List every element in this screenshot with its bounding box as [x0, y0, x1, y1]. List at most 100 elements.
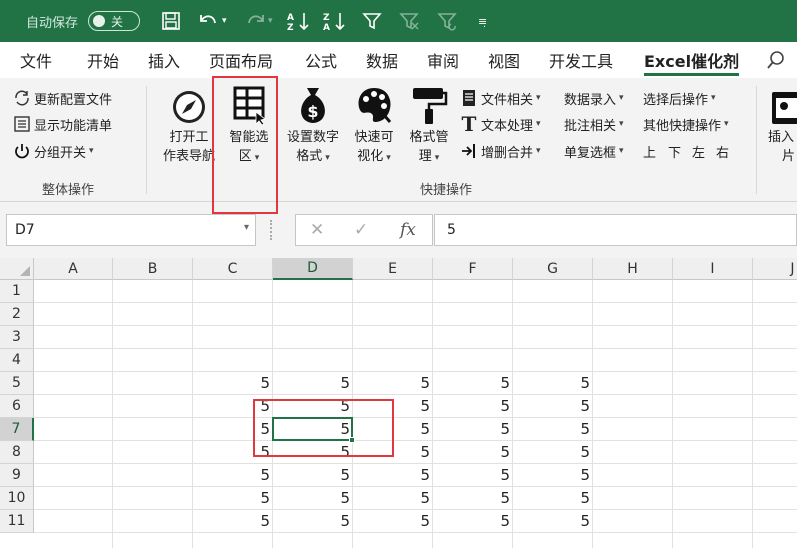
nav-right-button[interactable]: 右: [716, 140, 729, 162]
cell-g9[interactable]: 5: [513, 464, 593, 487]
undo-dropdown-icon[interactable]: ▾: [222, 0, 227, 42]
insert-delete-merge-menu[interactable]: 增删合并 ▾: [459, 140, 541, 162]
nav-left-button[interactable]: 左: [692, 140, 705, 162]
name-box[interactable]: D7 ▾: [6, 214, 256, 246]
tab-developer[interactable]: 开发工具: [549, 42, 613, 78]
column-header-a[interactable]: A: [34, 258, 113, 280]
row-header-4[interactable]: 4: [0, 349, 34, 372]
cell-g5[interactable]: 5: [513, 372, 593, 395]
dropdown-caret-icon: ▾: [619, 146, 624, 156]
sort-descending-icon[interactable]: ZA: [320, 0, 350, 42]
column-header-i[interactable]: I: [673, 258, 753, 280]
select-all-button[interactable]: [0, 258, 34, 280]
row-header-6[interactable]: 6: [0, 395, 34, 418]
show-feature-list-button[interactable]: 显示功能清单: [12, 113, 112, 135]
column-header-c[interactable]: C: [193, 258, 273, 280]
format-management-button[interactable]: 格式管 理 ▾: [402, 84, 456, 168]
group-divider: [756, 86, 757, 194]
quick-visualize-button[interactable]: 快速可 视化 ▾: [348, 84, 400, 168]
column-header-h[interactable]: H: [593, 258, 673, 280]
search-icon[interactable]: [766, 42, 786, 78]
tab-data[interactable]: 数据: [366, 42, 398, 78]
tab-home[interactable]: 开始: [87, 42, 119, 78]
spreadsheet-grid[interactable]: ABCDEFGHIJ123455555565555575555585555595…: [0, 258, 797, 548]
nav-up-button[interactable]: 上: [643, 140, 656, 162]
tab-review[interactable]: 审阅: [427, 42, 459, 78]
comment-related-menu[interactable]: 批注相关 ▾: [564, 113, 624, 135]
cell-f7[interactable]: 5: [433, 418, 513, 441]
group-toggle-button[interactable]: 分组开关 ▾: [12, 140, 94, 162]
sort-ascending-icon[interactable]: AZ: [284, 0, 314, 42]
row-header-1[interactable]: 1: [0, 280, 34, 303]
column-header-g[interactable]: G: [513, 258, 593, 280]
cell-g10[interactable]: 5: [513, 487, 593, 510]
cell-f5[interactable]: 5: [433, 372, 513, 395]
cell-g6[interactable]: 5: [513, 395, 593, 418]
cell-e10[interactable]: 5: [353, 487, 433, 510]
nav-down-button[interactable]: 下: [668, 140, 681, 162]
checkbox-menu[interactable]: 单复选框 ▾: [564, 140, 624, 162]
filter-icon[interactable]: [357, 0, 387, 42]
tab-excel-catalyst[interactable]: Excel催化剂: [644, 42, 740, 78]
autosave-toggle[interactable]: 关: [88, 11, 140, 31]
cell-d11[interactable]: 5: [273, 510, 353, 533]
cell-c5[interactable]: 5: [193, 372, 273, 395]
customize-toolbar-icon[interactable]: ≡̣: [478, 0, 487, 42]
cell-g11[interactable]: 5: [513, 510, 593, 533]
row-header-9[interactable]: 9: [0, 464, 34, 487]
paint-roller-icon: [409, 84, 449, 126]
column-header-j[interactable]: J: [753, 258, 797, 280]
cell-f8[interactable]: 5: [433, 441, 513, 464]
cell-d10[interactable]: 5: [273, 487, 353, 510]
row-header-10[interactable]: 10: [0, 487, 34, 510]
cell-e5[interactable]: 5: [353, 372, 433, 395]
other-shortcuts-menu[interactable]: 其他快捷操作 ▾: [643, 113, 729, 135]
formula-input[interactable]: 5: [434, 214, 797, 246]
set-number-format-line1: 设置数字: [286, 130, 339, 145]
cell-d5[interactable]: 5: [273, 372, 353, 395]
update-config-button[interactable]: 更新配置文件: [12, 87, 112, 109]
column-header-f[interactable]: F: [433, 258, 513, 280]
column-header-b[interactable]: B: [113, 258, 193, 280]
cell-f9[interactable]: 5: [433, 464, 513, 487]
resize-handle[interactable]: [270, 220, 274, 240]
row-header-8[interactable]: 8: [0, 441, 34, 464]
tab-formulas[interactable]: 公式: [305, 42, 337, 78]
cell-g8[interactable]: 5: [513, 441, 593, 464]
cancel-icon[interactable]: ✕: [310, 220, 324, 240]
tab-file[interactable]: 文件: [20, 42, 52, 78]
insert-picture-button[interactable]: 插入 片: [768, 84, 797, 166]
column-header-e[interactable]: E: [353, 258, 433, 280]
row-header-5[interactable]: 5: [0, 372, 34, 395]
cell-f11[interactable]: 5: [433, 510, 513, 533]
cell-c9[interactable]: 5: [193, 464, 273, 487]
row-header-11[interactable]: 11: [0, 510, 34, 533]
column-header-d[interactable]: D: [273, 258, 353, 280]
cell-g7[interactable]: 5: [513, 418, 593, 441]
cell-c10[interactable]: 5: [193, 487, 273, 510]
after-selection-menu[interactable]: 选择后操作 ▾: [643, 87, 716, 109]
cell-e9[interactable]: 5: [353, 464, 433, 487]
save-icon[interactable]: [156, 0, 186, 42]
data-entry-menu[interactable]: 数据录入 ▾: [564, 87, 624, 109]
other-shortcuts-label: 其他快捷操作: [643, 118, 722, 134]
row-header-7[interactable]: 7: [0, 418, 34, 441]
tab-view[interactable]: 视图: [488, 42, 520, 78]
cell-f10[interactable]: 5: [433, 487, 513, 510]
set-number-format-button[interactable]: $ 设置数字 格式 ▾: [280, 84, 346, 168]
file-related-menu[interactable]: 文件相关 ▾: [459, 87, 541, 109]
cell-c11[interactable]: 5: [193, 510, 273, 533]
undo-icon[interactable]: [194, 0, 224, 42]
name-box-dropdown-icon[interactable]: ▾: [244, 222, 249, 233]
open-sheet-navigator-line1: 打开工: [169, 130, 209, 145]
cell-e11[interactable]: 5: [353, 510, 433, 533]
tab-page-layout[interactable]: 页面布局: [209, 42, 273, 78]
tab-insert[interactable]: 插入: [148, 42, 180, 78]
text-processing-menu[interactable]: T 文本处理 ▾: [459, 112, 541, 136]
cell-f6[interactable]: 5: [433, 395, 513, 418]
insert-function-icon[interactable]: fx: [400, 220, 416, 240]
row-header-3[interactable]: 3: [0, 326, 34, 349]
row-header-2[interactable]: 2: [0, 303, 34, 326]
enter-icon[interactable]: ✓: [354, 220, 368, 240]
cell-d9[interactable]: 5: [273, 464, 353, 487]
